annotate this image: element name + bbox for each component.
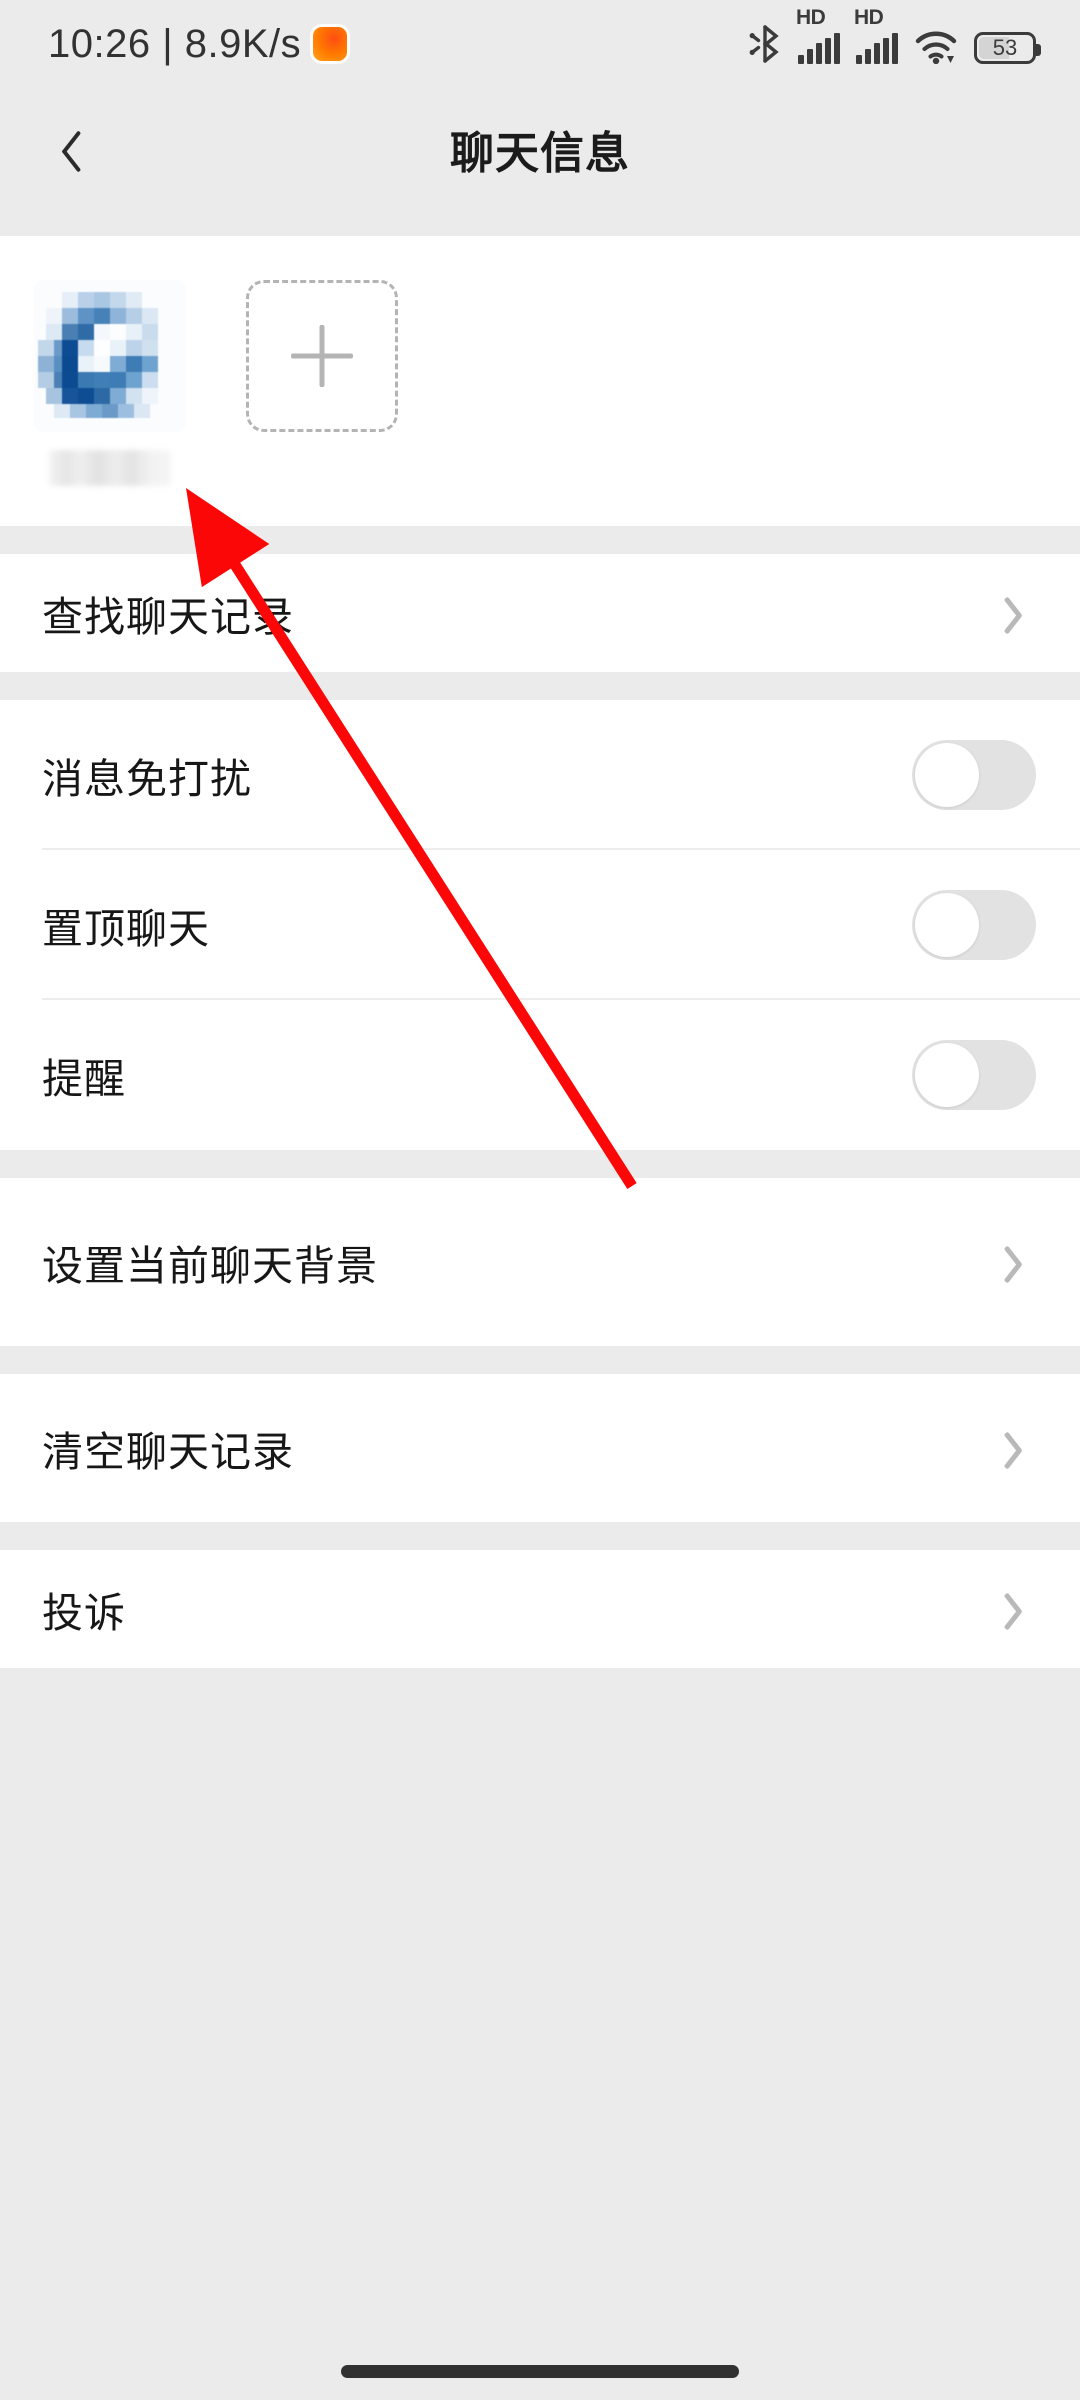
phone-screen: 10:26 | 8.9K/s HD HD 53 聊天信息 查找聊天记录 消息免打… bbox=[0, 0, 1080, 2400]
reminder-toggle[interactable] bbox=[912, 1040, 1036, 1110]
toggle-knob bbox=[915, 1043, 979, 1107]
section-complaint: 投诉 bbox=[0, 1550, 1080, 1668]
section-gap bbox=[0, 672, 1080, 700]
chevron-right-icon bbox=[1010, 1242, 1032, 1282]
section-chat-background: 设置当前聊天背景 bbox=[0, 1178, 1080, 1346]
row-label: 设置当前聊天背景 bbox=[42, 1243, 378, 1289]
battery-icon: 53 bbox=[974, 32, 1041, 64]
status-bar: 10:26 | 8.9K/s HD HD 53 bbox=[0, 0, 1080, 88]
back-button[interactable] bbox=[0, 88, 120, 210]
title-bar: 聊天信息 bbox=[0, 88, 1080, 210]
status-bar-right: HD HD 53 bbox=[748, 7, 1041, 64]
chevron-left-icon bbox=[47, 126, 73, 172]
chevron-right-icon bbox=[1010, 1428, 1032, 1468]
signal-bars-icon-sim1: HD bbox=[796, 7, 840, 64]
section-gap bbox=[0, 210, 1080, 236]
status-bar-left: 10:26 | 8.9K/s bbox=[48, 21, 348, 67]
member-item[interactable] bbox=[34, 280, 186, 486]
bluetooth-icon bbox=[748, 24, 782, 64]
section-gap bbox=[0, 1522, 1080, 1550]
row-label: 置顶聊天 bbox=[42, 906, 210, 952]
section-gap bbox=[0, 526, 1080, 554]
chevron-right-icon bbox=[1010, 1589, 1032, 1629]
hd-label-sim1: HD bbox=[796, 6, 826, 29]
section-find-history: 查找聊天记录 bbox=[0, 554, 1080, 672]
row-set-chat-background[interactable]: 设置当前聊天背景 bbox=[0, 1178, 1080, 1346]
members-section bbox=[0, 236, 1080, 526]
avatar-image bbox=[34, 280, 186, 432]
add-member-button[interactable] bbox=[246, 280, 398, 432]
section-gap bbox=[0, 1346, 1080, 1374]
hd-label-sim2: HD bbox=[854, 6, 884, 29]
mute-notifications-toggle[interactable] bbox=[912, 740, 1036, 810]
status-clock-and-netspeed: 10:26 | 8.9K/s bbox=[48, 21, 302, 66]
row-label: 提醒 bbox=[42, 1056, 126, 1102]
member-name-redacted bbox=[49, 450, 171, 486]
row-pin-chat[interactable]: 置顶聊天 bbox=[0, 850, 1080, 1000]
toggle-knob bbox=[915, 893, 979, 957]
battery-level-label: 53 bbox=[992, 35, 1018, 60]
row-find-chat-history[interactable]: 查找聊天记录 bbox=[0, 554, 1080, 672]
row-label: 查找聊天记录 bbox=[42, 594, 294, 640]
row-mute-notifications[interactable]: 消息免打扰 bbox=[0, 700, 1080, 850]
home-indicator-pill[interactable] bbox=[341, 2365, 739, 2378]
wifi-icon bbox=[914, 30, 958, 64]
section-clear-history: 清空聊天记录 bbox=[0, 1374, 1080, 1522]
toggle-knob bbox=[915, 743, 979, 807]
blurred-blue-g-logo-avatar[interactable] bbox=[34, 280, 186, 432]
member-strip bbox=[0, 280, 1080, 486]
row-label: 消息免打扰 bbox=[42, 756, 252, 802]
section-gap bbox=[0, 1150, 1080, 1178]
row-label: 投诉 bbox=[42, 1590, 126, 1636]
row-label: 清空聊天记录 bbox=[42, 1429, 294, 1475]
row-clear-chat-history[interactable]: 清空聊天记录 bbox=[0, 1374, 1080, 1522]
chevron-right-icon bbox=[1010, 593, 1032, 633]
signal-bars-icon-sim2: HD bbox=[854, 7, 898, 64]
pin-chat-toggle[interactable] bbox=[912, 890, 1036, 960]
section-notification-toggles: 消息免打扰 置顶聊天 提醒 bbox=[0, 700, 1080, 1150]
row-reminder[interactable]: 提醒 bbox=[0, 1000, 1080, 1150]
orange-app-icon bbox=[313, 27, 348, 61]
row-complaint[interactable]: 投诉 bbox=[0, 1550, 1080, 1668]
page-title: 聊天信息 bbox=[450, 129, 630, 178]
